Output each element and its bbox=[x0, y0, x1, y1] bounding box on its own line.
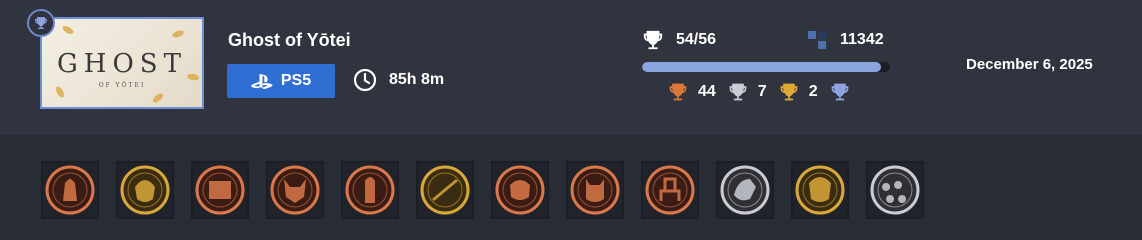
silver-count-value: 7 bbox=[757, 83, 767, 100]
leaf-decoration bbox=[171, 29, 185, 39]
trophy-tile[interactable] bbox=[491, 161, 549, 219]
points: 11342 bbox=[806, 29, 884, 51]
gold-count: 2 bbox=[779, 82, 818, 102]
trophy-tile[interactable] bbox=[791, 161, 849, 219]
wolf-trophy-icon bbox=[720, 165, 770, 215]
trophy-tile[interactable] bbox=[341, 161, 399, 219]
silver-count: 7 bbox=[728, 82, 767, 102]
playstation-icon bbox=[250, 74, 273, 89]
trophy-tile[interactable] bbox=[566, 161, 624, 219]
trophy-tile[interactable] bbox=[191, 161, 249, 219]
trophy-tile[interactable] bbox=[116, 161, 174, 219]
game-title[interactable]: Ghost of Yōtei bbox=[228, 30, 351, 51]
playtime-value: 85h 8m bbox=[389, 71, 445, 88]
trophy-tile[interactable] bbox=[266, 161, 324, 219]
points-grid-icon bbox=[808, 31, 826, 49]
gold-trophy-icon bbox=[780, 83, 798, 101]
silver-trophy-icon bbox=[729, 83, 747, 101]
leaf-decoration bbox=[61, 24, 75, 36]
trophy-tile[interactable] bbox=[641, 161, 699, 219]
golden-mask-trophy-icon bbox=[795, 165, 845, 215]
trophy-tile[interactable] bbox=[416, 161, 474, 219]
clock-icon bbox=[353, 68, 377, 92]
game-cover-image[interactable]: GHOST OF YŌTEI bbox=[40, 17, 204, 109]
cover-subtitle: OF YŌTEI bbox=[98, 82, 146, 89]
trophies-earned: 54/56 bbox=[642, 29, 716, 51]
scroll-trophy-icon bbox=[195, 165, 245, 215]
platinum-trophy-icon bbox=[831, 83, 848, 101]
platform-label: PS5 bbox=[280, 72, 312, 89]
masked-face-trophy-icon bbox=[120, 165, 170, 215]
trophy-tile[interactable] bbox=[866, 161, 924, 219]
cover-logo: GHOST bbox=[57, 49, 187, 79]
demon-mask-trophy-icon bbox=[570, 165, 620, 215]
gold-count-value: 2 bbox=[808, 83, 818, 100]
fox-trophy-icon bbox=[270, 165, 320, 215]
bronze-count: 44 bbox=[668, 82, 716, 102]
platinum-count bbox=[830, 82, 850, 102]
bronze-trophy-icon bbox=[669, 83, 687, 101]
platinum-trophy-badge-icon bbox=[27, 9, 55, 37]
skulls-trophy-icon bbox=[870, 165, 920, 215]
playtime: 85h 8m bbox=[353, 68, 444, 92]
trophy-tile[interactable] bbox=[41, 161, 99, 219]
hooded-figure-trophy-icon bbox=[345, 165, 395, 215]
sword-trophy-icon bbox=[420, 165, 470, 215]
trophy-counts: 44 7 2 bbox=[668, 82, 862, 102]
points-value: 11342 bbox=[840, 31, 884, 48]
bronze-count-value: 44 bbox=[698, 83, 716, 100]
progress-fill bbox=[642, 62, 882, 72]
shrine-trophy-icon bbox=[645, 165, 695, 215]
oni-mask-trophy-icon bbox=[495, 165, 545, 215]
progress-bar bbox=[642, 62, 890, 72]
leaf-decoration bbox=[151, 91, 165, 105]
trophies-earned-value: 54/56 bbox=[676, 31, 717, 48]
trophy-icon bbox=[643, 30, 663, 50]
completion-date: December 6, 2025 bbox=[966, 56, 1093, 73]
platform-button[interactable]: PS5 bbox=[227, 64, 335, 98]
figures-trophy-icon bbox=[45, 165, 95, 215]
trophy-tile[interactable] bbox=[716, 161, 774, 219]
